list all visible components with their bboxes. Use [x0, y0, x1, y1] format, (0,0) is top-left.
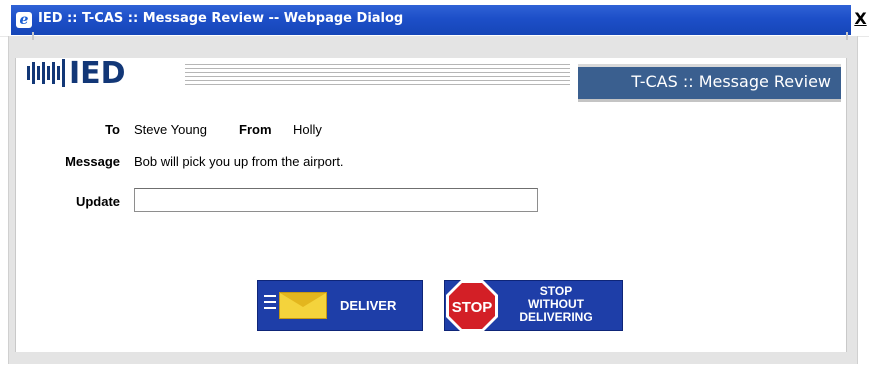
- stop-label: STOP WITHOUT DELIVERING: [503, 285, 609, 324]
- close-icon[interactable]: X: [852, 9, 869, 29]
- from-label: From: [239, 122, 272, 137]
- stop-without-delivering-button[interactable]: STOP STOP WITHOUT DELIVERING: [444, 280, 623, 332]
- to-value: Steve Young: [134, 122, 208, 137]
- header-rule: [185, 64, 570, 86]
- ie-icon: e: [16, 12, 32, 28]
- section-title: T-CAS :: Message Review: [631, 72, 831, 91]
- frame-divider: [846, 32, 848, 40]
- envelope-icon: [279, 292, 327, 319]
- stop-sign-icon: STOP: [446, 280, 498, 332]
- speed-lines-icon: [264, 295, 276, 309]
- message-label: Message: [65, 154, 120, 169]
- frame-divider: [32, 32, 34, 40]
- stop-sign-text: STOP: [452, 299, 493, 316]
- logo-bars-icon: [27, 59, 65, 87]
- window-title: IED :: T-CAS :: Message Review -- Webpag…: [38, 11, 404, 26]
- update-input[interactable]: [134, 188, 538, 212]
- deliver-button[interactable]: DELIVER: [257, 280, 423, 331]
- header-tab-shadow: [578, 99, 841, 102]
- deliver-label: DELIVER: [340, 298, 397, 313]
- from-value: Holly: [293, 122, 322, 137]
- update-label: Update: [75, 194, 120, 209]
- header-tab: T-CAS :: Message Review: [578, 64, 841, 102]
- title-bar: e IED :: T-CAS :: Message Review -- Webp…: [0, 0, 869, 37]
- message-value: Bob will pick you up from the airport.: [134, 154, 344, 169]
- stop-label-line: DELIVERING: [519, 310, 593, 324]
- logo-text: IED: [69, 55, 126, 91]
- ied-logo: IED: [27, 55, 126, 91]
- to-label: To: [105, 122, 120, 137]
